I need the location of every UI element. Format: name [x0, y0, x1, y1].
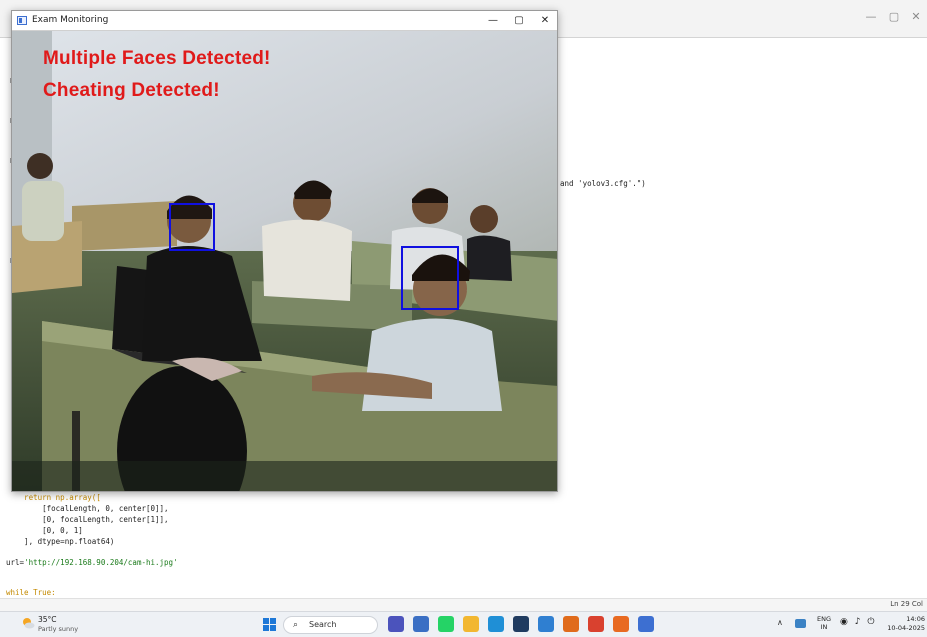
system-tray-icons[interactable]: ◉ ♪ ⏻: [840, 617, 876, 627]
chevron-up-icon[interactable]: ∧: [777, 618, 783, 627]
monitor-maximize-button[interactable]: ▢: [508, 13, 530, 29]
editor-close-button[interactable]: ✕: [905, 8, 927, 26]
code-line-dtype: ], dtype=np.float64): [6, 537, 115, 546]
taskbar-search[interactable]: ⌕ Search: [283, 616, 378, 634]
clock-date: 10-04-2025: [887, 624, 925, 632]
monitor-minimize-button[interactable]: —: [482, 13, 504, 29]
tray-app-icon[interactable]: [795, 619, 806, 628]
files-app-icon[interactable]: [413, 616, 429, 632]
weather-icon[interactable]: [21, 616, 35, 630]
windows-logo-icon: [270, 618, 276, 624]
firefox-app-icon[interactable]: [613, 616, 629, 632]
code-line-while: while True:: [6, 588, 56, 597]
monitor-close-button[interactable]: ✕: [534, 13, 556, 29]
code-line-row3: [0, 0, 1]: [6, 526, 83, 535]
edge-app-icon[interactable]: [488, 616, 504, 632]
code-line-yolo: and 'yolov3.cfg'."): [560, 179, 646, 188]
language-indicator[interactable]: ENG IN: [817, 615, 831, 631]
windows-logo-icon: [263, 625, 269, 631]
alert-cheating: Cheating Detected!: [43, 80, 220, 101]
alert-multiple-faces: Multiple Faces Detected!: [43, 48, 271, 69]
desktop: — ▢ ✕ and 'yolov3.cfg'.") return np.arra…: [0, 0, 927, 637]
whatsapp-app-icon[interactable]: [438, 616, 454, 632]
code-line-row1: [focalLength, 0, center[0]],: [6, 504, 169, 513]
url-variable: url=: [6, 558, 25, 567]
taskbar: 35°C Partly sunny ⌕ Search ∧ ENG IN ◉ ♪ …: [0, 611, 927, 637]
windows-logo-icon: [263, 618, 269, 624]
cursor-position[interactable]: Ln 29 Col: [890, 600, 923, 608]
vscode-app-icon[interactable]: [538, 616, 554, 632]
window-title: Exam Monitoring: [32, 15, 109, 25]
weather-temperature[interactable]: 35°C: [38, 615, 57, 624]
monitor-titlebar[interactable]: Exam Monitoring — ▢ ✕: [12, 11, 557, 31]
editor-maximize-button[interactable]: ▢: [883, 8, 905, 26]
start-button[interactable]: [263, 618, 277, 632]
clock[interactable]: 14:06 10-04-2025: [885, 615, 925, 633]
file-explorer-app-icon[interactable]: [463, 616, 479, 632]
face-detection-box: [169, 203, 215, 251]
window-app-icon: [17, 16, 27, 25]
editor-status-bar: Ln 29 Col: [0, 598, 927, 611]
terminal-app-icon[interactable]: [513, 616, 529, 632]
teams-app-icon[interactable]: [388, 616, 404, 632]
code-line-return: return np.array([: [6, 493, 101, 502]
code-line-row2: [0, focalLength, center[1]],: [6, 515, 169, 524]
language-code: ENG: [817, 615, 832, 623]
notepad-app-icon[interactable]: [638, 616, 654, 632]
editor-minimize-button[interactable]: —: [860, 8, 882, 26]
code-line-url: url='http://192.168.90.204/cam-hi.jpg': [6, 558, 178, 568]
store-app-icon[interactable]: [563, 616, 579, 632]
url-string: 'http://192.168.90.204/cam-hi.jpg': [24, 558, 178, 567]
exam-monitoring-window: Exam Monitoring — ▢ ✕ Multiple Faces Det…: [11, 10, 558, 492]
clock-time: 14:06: [906, 615, 925, 623]
face-detection-box: [401, 246, 459, 310]
weather-condition[interactable]: Partly sunny: [38, 625, 78, 633]
search-icon: ⌕: [293, 620, 299, 630]
windows-logo-icon: [270, 625, 276, 631]
camera-feed: Multiple Faces Detected! Cheating Detect…: [12, 31, 557, 491]
region-code: IN: [820, 623, 828, 631]
search-label: Search: [309, 620, 337, 629]
chrome-app-icon[interactable]: [588, 616, 604, 632]
